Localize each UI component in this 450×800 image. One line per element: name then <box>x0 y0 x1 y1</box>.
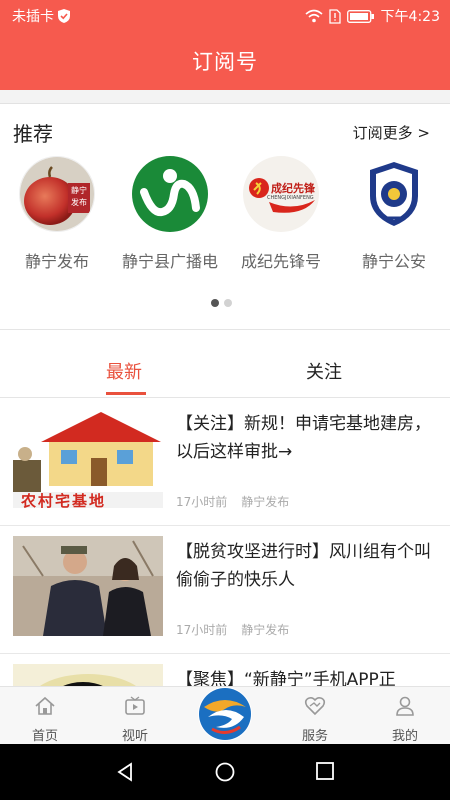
recommend-item-label: 静宁县广播电 <box>121 252 218 271</box>
page-title: 订阅号 <box>192 50 258 74</box>
recommend-item-broadcast[interactable]: 静宁县广播电 <box>110 156 230 272</box>
news-thumbnail: 农村宅基地 <box>13 408 163 508</box>
user-icon <box>396 696 414 716</box>
section-heading: 推荐 <box>13 122 53 146</box>
news-title: 【关注】新规！申请宅基地建房，以后这样审批→ <box>176 414 431 462</box>
carrier-text: 未插卡 <box>12 9 54 25</box>
party-logo-icon: 成纪先锋 CHENGJIXIANFENG <box>243 156 319 232</box>
video-icon <box>125 696 145 715</box>
logo-text: 成纪先锋 <box>271 182 315 195</box>
feed-tabs: 最新 关注 <box>0 358 450 398</box>
home-icon <box>35 696 55 715</box>
page-dot <box>224 299 232 307</box>
recommend-item-jingning-release[interactable]: 静宁发布 静宁发布 <box>0 156 117 272</box>
page-indicator <box>211 299 232 307</box>
battery-icon <box>346 9 374 23</box>
home-circle-icon[interactable] <box>215 762 235 782</box>
divider-strip <box>0 90 450 104</box>
app-logo-button[interactable] <box>198 687 252 741</box>
apple-logo-icon: 静宁发布 <box>19 156 95 232</box>
tab-label: 我的 <box>391 729 418 744</box>
recommend-item-police[interactable]: 静宁公安 <box>334 156 450 272</box>
recommend-item-label: 静宁发布 <box>24 252 89 271</box>
subscribe-more-link[interactable]: 订阅更多 > <box>353 122 430 143</box>
page-dot-active <box>211 299 219 307</box>
app-header: 未插卡 下午4:23 订阅号 <box>0 0 450 90</box>
news-source: 静宁发布 <box>241 495 290 509</box>
news-time: 17小时前 <box>176 495 228 509</box>
tab-label: 首页 <box>31 729 58 744</box>
tab-service[interactable]: 服务 <box>285 695 345 744</box>
thumb-caption: 农村宅基地 <box>21 492 107 508</box>
recommend-list: 静宁发布 静宁发布 静宁县广播电 成纪先锋 CHENGJIXIANFENG 成纪… <box>0 156 450 271</box>
app-logo-icon <box>199 688 251 740</box>
list-item[interactable]: 农村宅基地 【关注】新规！申请宅基地建房，以后这样审批→ 17小时前 静宁发布 <box>0 398 450 526</box>
recommend-item-label: 静宁公安 <box>361 252 426 271</box>
section-divider <box>0 329 450 330</box>
tab-me[interactable]: 我的 <box>375 695 435 744</box>
news-title: 【聚焦】“新静宁”手机APP正 <box>176 670 396 686</box>
service-icon <box>304 696 326 716</box>
recents-icon[interactable] <box>316 762 334 780</box>
recommend-item-chengji[interactable]: 成纪先锋 CHENGJIXIANFENG 成纪先锋号 <box>221 156 341 272</box>
news-thumbnail <box>13 664 163 686</box>
tab-label: 服务 <box>301 729 328 744</box>
clock: 下午4:23 <box>380 9 440 25</box>
news-source: 静宁发布 <box>241 623 290 637</box>
back-icon[interactable] <box>115 762 135 782</box>
tab-underline <box>106 392 146 395</box>
status-bar: 未插卡 下午4:23 <box>0 0 450 30</box>
list-item[interactable]: 【聚焦】“新静宁”手机APP正 <box>0 654 450 686</box>
broadcast-logo-icon <box>132 156 208 232</box>
apple-badge-text: 静宁发布 <box>71 186 87 207</box>
news-feed: 农村宅基地 【关注】新规！申请宅基地建房，以后这样审批→ 17小时前 静宁发布 … <box>0 398 450 686</box>
news-time: 17小时前 <box>176 623 228 637</box>
tab-label: 视听 <box>121 729 148 744</box>
wifi-icon <box>305 9 323 23</box>
recommend-item-label: 成纪先锋号 <box>240 252 321 271</box>
sim-alert-icon <box>328 8 341 24</box>
tab-latest[interactable]: 最新 <box>106 358 142 384</box>
tab-home[interactable]: 首页 <box>15 695 75 744</box>
tab-video[interactable]: 视听 <box>105 695 165 744</box>
news-thumbnail <box>13 536 163 636</box>
bottom-tab-bar: 首页 视听 服务 我的 <box>0 686 450 744</box>
list-item[interactable]: 【脱贫攻坚进行时】风川组有个叫偷偷子的快乐人 17小时前 静宁发布 <box>0 526 450 654</box>
logo-subtext: CHENGJIXIANFENG <box>267 195 314 201</box>
news-title: 【脱贫攻坚进行时】风川组有个叫偷偷子的快乐人 <box>176 542 431 590</box>
shield-icon <box>58 9 70 23</box>
tab-following[interactable]: 关注 <box>306 358 342 384</box>
system-nav-bar <box>0 744 450 800</box>
police-badge-icon <box>356 156 432 232</box>
